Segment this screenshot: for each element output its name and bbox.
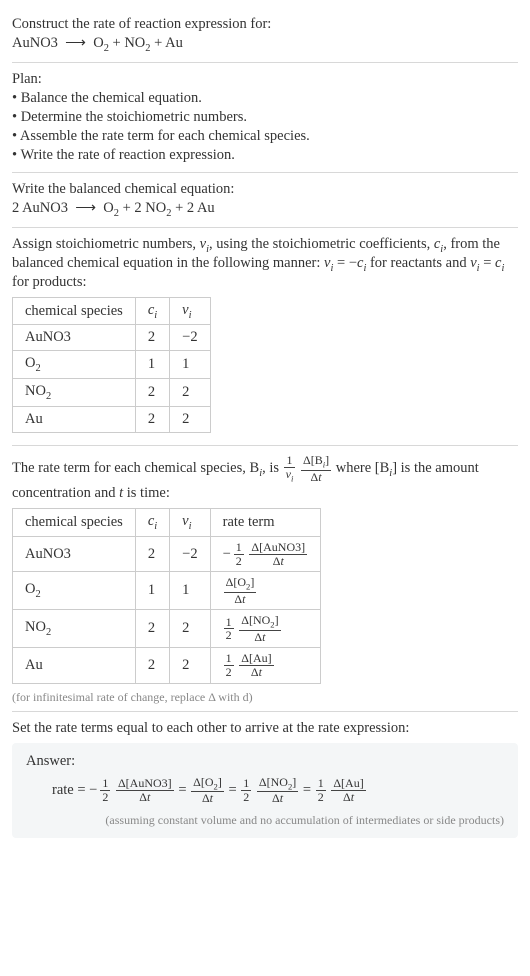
cell-species: Au	[13, 407, 136, 433]
table-row: AuNO3 2 −2 −12 Δ[AuNO3]Δt	[13, 537, 321, 572]
plan-title: Plan:	[12, 71, 518, 88]
text: is time:	[123, 485, 170, 501]
text: The rate term for each chemical species,…	[12, 460, 259, 476]
col-vi: νi	[170, 297, 210, 325]
cell-ci: 2	[135, 648, 169, 683]
col-species: chemical species	[13, 509, 136, 537]
plan-item-text: Balance the chemical equation.	[21, 90, 202, 106]
plan-item: • Determine the stoichiometric numbers.	[12, 109, 518, 126]
cell-species: AuNO3	[13, 537, 136, 572]
one-over-nu: 1νi	[284, 454, 296, 483]
answer-equation: rate = −12 Δ[AuNO3]Δt = Δ[O2]Δt = 12 Δ[N…	[52, 776, 504, 805]
rate-table: chemical species ci νi rate term AuNO3 2…	[12, 508, 321, 683]
cell-species: NO2	[13, 379, 136, 407]
nu-symbol: νi	[324, 255, 333, 271]
cell-ci: 2	[135, 610, 169, 648]
plan-item-text: Determine the stoichiometric numbers.	[21, 109, 247, 125]
cell-species: Au	[13, 648, 136, 683]
cell-vi: 2	[170, 407, 210, 433]
text: =	[480, 255, 495, 271]
plan-item: • Balance the chemical equation.	[12, 90, 518, 107]
text: ] is the amount	[392, 460, 479, 476]
cell-rate: −12 Δ[AuNO3]Δt	[210, 537, 321, 572]
col-ci: ci	[135, 297, 169, 325]
infinitesimal-note: (for infinitesimal rate of change, repla…	[12, 690, 518, 705]
rate-section: The rate term for each chemical species,…	[12, 446, 518, 711]
text: , from	[443, 236, 478, 252]
prompt-line: Construct the rate of reaction expressio…	[12, 16, 518, 33]
header-section: Construct the rate of reaction expressio…	[12, 8, 518, 63]
col-species: chemical species	[13, 297, 136, 325]
text: for reactants	[366, 255, 442, 271]
answer-box: Answer: rate = −12 Δ[AuNO3]Δt = Δ[O2]Δt …	[12, 743, 518, 838]
col-vi: νi	[170, 509, 210, 537]
balanced-section: Write the balanced chemical equation: 2 …	[12, 173, 518, 228]
stoich-section: Assign stoichiometric numbers, νi, using…	[12, 228, 518, 446]
final-section: Set the rate terms equal to each other t…	[12, 712, 518, 844]
table-header-row: chemical species ci νi	[13, 297, 211, 325]
c-symbol: ci	[495, 255, 504, 271]
cell-vi: −2	[170, 537, 210, 572]
cell-vi: 2	[170, 379, 210, 407]
cell-vi: 2	[170, 648, 210, 683]
rate-intro-2: concentration and t is time:	[12, 485, 518, 502]
col-rate: rate term	[210, 509, 321, 537]
cell-rate: 12 Δ[NO2]Δt	[210, 610, 321, 648]
c-symbol: ci	[357, 255, 366, 271]
plan-item: • Assemble the rate term for each chemic…	[12, 128, 518, 145]
table-header-row: chemical species ci νi rate term	[13, 509, 321, 537]
text: concentration and	[12, 485, 119, 501]
table-row: Au 2 2	[13, 407, 211, 433]
nu-symbol: νi	[200, 236, 209, 252]
cell-ci: 2	[135, 379, 169, 407]
text: and	[446, 255, 471, 271]
text: Assign stoichiometric numbers,	[12, 236, 200, 252]
text: where [B	[336, 460, 390, 476]
rate-intro: The rate term for each chemical species,…	[12, 454, 518, 483]
cell-species: O2	[13, 351, 136, 379]
text: , using the stoichiometric coefficients,	[209, 236, 434, 252]
cell-species: NO2	[13, 610, 136, 648]
final-sentence: Set the rate terms equal to each other t…	[12, 720, 518, 737]
cell-vi: 2	[170, 610, 210, 648]
unbalanced-equation: AuNO3 ⟶ O2 + NO2 + Au	[12, 35, 518, 54]
table-row: NO2 2 2	[13, 379, 211, 407]
stoich-table: chemical species ci νi AuNO3 2 −2 O2 1 1…	[12, 297, 211, 434]
cell-species: O2	[13, 572, 136, 610]
table-row: AuNO3 2 −2	[13, 325, 211, 351]
text: for products:	[12, 274, 87, 290]
text: , is	[262, 460, 283, 476]
table-row: O2 1 1 Δ[O2]Δt	[13, 572, 321, 610]
cell-vi: 1	[170, 572, 210, 610]
cell-ci: 2	[135, 325, 169, 351]
assumption-note: (assuming constant volume and no accumul…	[52, 813, 504, 828]
plan-item-text: Write the rate of reaction expression.	[20, 147, 234, 163]
answer-label: Answer:	[26, 753, 504, 770]
nu-symbol: νi	[470, 255, 479, 271]
cell-ci: 2	[135, 407, 169, 433]
plan-item: • Write the rate of reaction expression.	[12, 147, 518, 164]
table-row: Au 2 2 12 Δ[Au]Δt	[13, 648, 321, 683]
plan-item-text: Assemble the rate term for each chemical…	[20, 128, 310, 144]
col-ci: ci	[135, 509, 169, 537]
balanced-equation: 2 AuNO3 ⟶ O2 + 2 NO2 + 2 Au	[12, 200, 518, 219]
c-symbol: ci	[434, 236, 443, 252]
balanced-title: Write the balanced chemical equation:	[12, 181, 518, 198]
table-row: O2 1 1	[13, 351, 211, 379]
stoich-intro: Assign stoichiometric numbers, νi, using…	[12, 236, 518, 291]
cell-species: AuNO3	[13, 325, 136, 351]
cell-ci: 2	[135, 537, 169, 572]
delta-b-over-dt: Δ[Bi]Δt	[301, 454, 331, 483]
table-row: NO2 2 2 12 Δ[NO2]Δt	[13, 610, 321, 648]
cell-vi: −2	[170, 325, 210, 351]
plan-section: Plan: • Balance the chemical equation. •…	[12, 63, 518, 173]
cell-rate: 12 Δ[Au]Δt	[210, 648, 321, 683]
cell-vi: 1	[170, 351, 210, 379]
cell-ci: 1	[135, 572, 169, 610]
cell-ci: 1	[135, 351, 169, 379]
cell-rate: Δ[O2]Δt	[210, 572, 321, 610]
rate-eq-prefix: rate =	[52, 782, 89, 798]
text: = −	[333, 255, 357, 271]
